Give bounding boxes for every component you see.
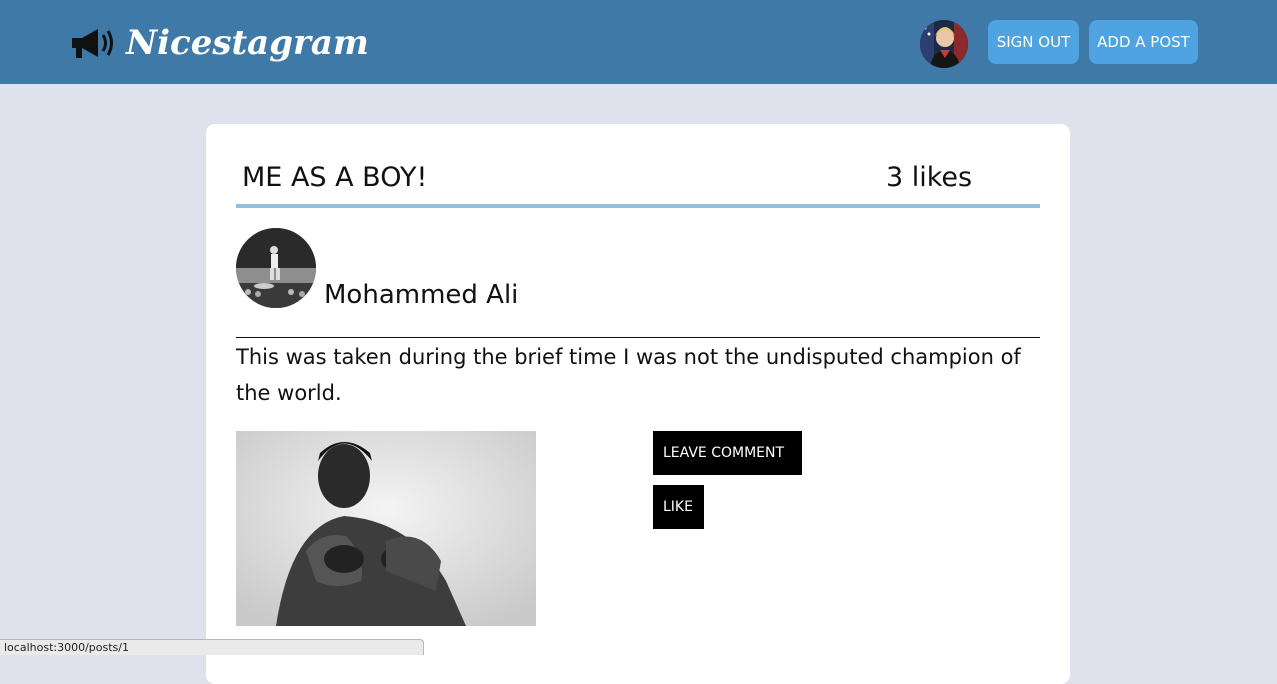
post-likes-count: 3 likes [886, 162, 973, 193]
user-avatar[interactable] [920, 20, 968, 68]
author-name[interactable]: Mohammed Ali [324, 280, 518, 310]
add-post-button[interactable]: ADD A POST [1089, 20, 1198, 64]
like-button[interactable]: LIKE [653, 485, 704, 529]
post-header: ME AS A BOY! 3 likes [236, 154, 1040, 208]
navbar: Nicestagram SIGN OUT ADD A POST [0, 0, 1277, 84]
brand-logo[interactable]: Nicestagram [68, 18, 369, 68]
brand-name: Nicestagram [126, 23, 369, 63]
post-description: This was taken during the brief time I w… [236, 345, 1021, 405]
sign-out-button[interactable]: SIGN OUT [988, 20, 1079, 64]
browser-status-bar: localhost:3000/posts/1 [0, 639, 424, 655]
leave-comment-button[interactable]: LEAVE COMMENT [653, 431, 802, 475]
author-avatar[interactable] [236, 228, 316, 308]
post-card: ME AS A BOY! 3 likes Mohammed Ali This w… [206, 124, 1070, 684]
divider [236, 337, 1040, 338]
megaphone-icon [68, 23, 118, 63]
post-title: ME AS A BOY! [242, 162, 428, 193]
post-photo[interactable] [236, 431, 536, 626]
